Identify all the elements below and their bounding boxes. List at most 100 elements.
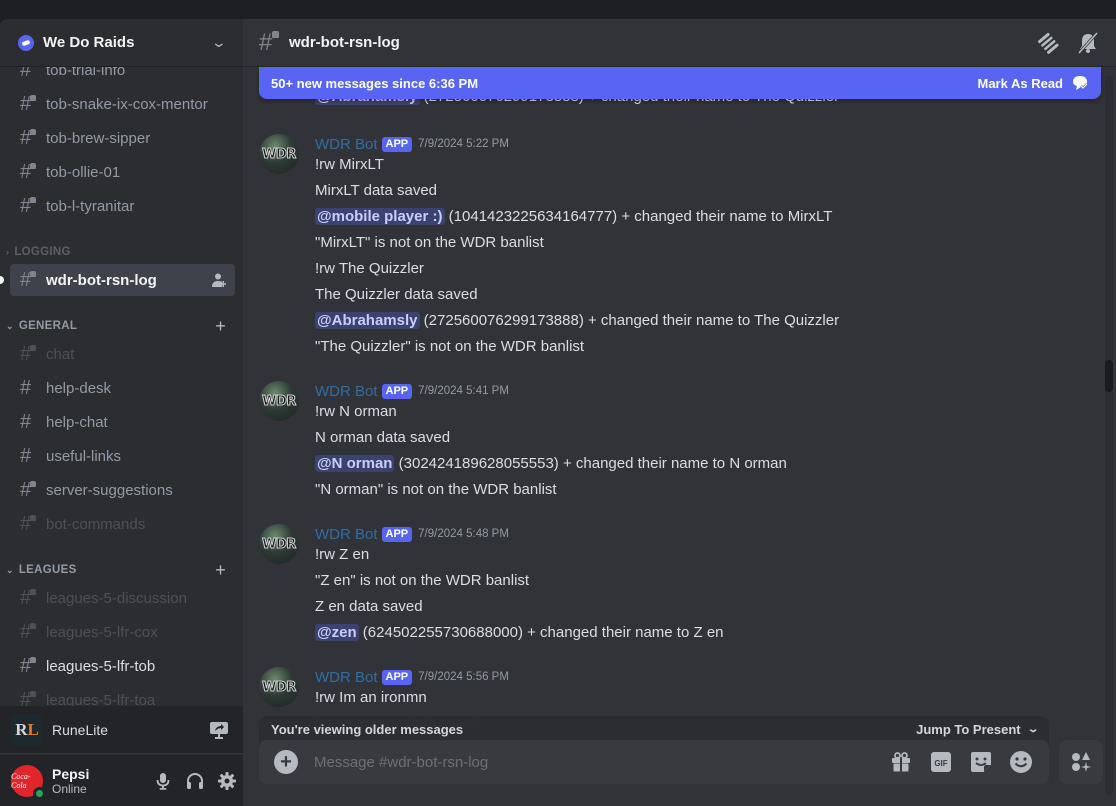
microphone-icon bbox=[156, 772, 170, 790]
channel-chat[interactable]: # chat bbox=[10, 338, 235, 370]
new-messages-banner[interactable]: 50+ new messages since 6:36 PM Mark As R… bbox=[259, 67, 1101, 99]
channel-server-suggestions[interactable]: # server-suggestions bbox=[10, 474, 235, 506]
channel-header: # wdr-bot-rsn-log bbox=[243, 19, 1116, 67]
message-line: MirxLT data saved bbox=[315, 178, 437, 204]
message-text: "N orman" is not on the WDR banlist bbox=[315, 481, 557, 498]
bot-avatar[interactable]: WDR bbox=[259, 524, 299, 564]
channel-name: tob-l-tyranitar bbox=[46, 197, 135, 215]
sticker-button[interactable] bbox=[969, 750, 993, 774]
server-header[interactable]: We Do Raids ⌄ bbox=[0, 19, 243, 67]
channel-bot-commands[interactable]: # bot-commands bbox=[10, 508, 235, 540]
message-text: "Z en" is not on the WDR banlist bbox=[315, 572, 530, 589]
scrollbar-track[interactable] bbox=[1105, 75, 1113, 795]
user-avatar[interactable]: Coca-Cola bbox=[11, 764, 46, 800]
message-line: "N orman" is not on the WDR banlist bbox=[315, 477, 557, 503]
user-mention[interactable]: @mobile player :) bbox=[315, 208, 445, 225]
author-name[interactable]: WDR Bot bbox=[315, 136, 378, 153]
hash-icon: # bbox=[20, 376, 32, 399]
chevron-down-icon: ⌄ bbox=[1026, 724, 1040, 735]
invite-member-icon[interactable] bbox=[211, 272, 227, 288]
user-mention[interactable]: @zen bbox=[315, 624, 359, 641]
stream-screen-icon[interactable] bbox=[209, 720, 229, 740]
channel-name: server-suggestions bbox=[46, 481, 173, 499]
channel-leagues-5-discussion[interactable]: # leagues-5-discussion bbox=[10, 582, 235, 614]
channel-name: leagues-5-lfr-tob bbox=[46, 657, 156, 675]
locked-channel-icon: # bbox=[20, 655, 44, 678]
locked-channel-icon: # bbox=[20, 161, 44, 184]
activity-panel: RL RuneLite bbox=[0, 706, 243, 754]
avatar-text: WDR bbox=[262, 146, 297, 162]
channel-name: tob-snake-ix-cox-mentor bbox=[46, 95, 208, 113]
app-launcher-button[interactable] bbox=[1059, 740, 1103, 784]
user-panel: Coca-Cola Pepsi Online bbox=[0, 755, 243, 806]
bot-avatar[interactable]: WDR bbox=[259, 381, 299, 421]
channel-wdr-bot-rsn-log[interactable]: # wdr-bot-rsn-log bbox=[0, 264, 235, 296]
message-text: !rw MirxLT bbox=[315, 156, 384, 173]
create-channel-plus-icon[interactable]: + bbox=[215, 560, 226, 581]
message-text: !rw N orman bbox=[315, 403, 397, 420]
threads-icon[interactable] bbox=[1036, 31, 1060, 55]
runelite-icon: RL bbox=[11, 713, 43, 746]
category-general[interactable]: ⌄ GENERAL + bbox=[6, 316, 236, 336]
hash-icon: # bbox=[20, 410, 32, 433]
mark-as-read-button[interactable]: Mark As Read bbox=[978, 74, 1090, 92]
channel-tob-snake-ix-cox-mentor[interactable]: # tob-snake-ix-cox-mentor bbox=[10, 88, 235, 120]
mute-button[interactable] bbox=[147, 765, 179, 797]
channel-useful-links[interactable]: # useful-links bbox=[10, 440, 235, 472]
chat-area: # wdr-bot-rsn-log 50+ new messages since… bbox=[243, 19, 1116, 806]
category-leagues[interactable]: ⌄ LEAGUES + bbox=[6, 560, 236, 580]
gif-button[interactable]: GIF bbox=[929, 750, 953, 774]
user-mention[interactable]: @Abrahamsly bbox=[315, 312, 420, 329]
channel-name: tob-brew-sipper bbox=[46, 129, 151, 147]
channel-help-desk[interactable]: # help-desk bbox=[10, 372, 235, 404]
timestamp: 7/9/2024 5:41 PM bbox=[418, 385, 509, 397]
channel-name: help-desk bbox=[46, 379, 112, 397]
message-line: !rw Im an ironmn bbox=[315, 685, 427, 711]
jump-to-present-button[interactable]: Jump To Present ⌄ bbox=[916, 722, 1040, 737]
apps-icon bbox=[1072, 752, 1091, 772]
channel-leagues-5-lfr-cox[interactable]: # leagues-5-lfr-cox bbox=[10, 616, 235, 648]
message-text: (624502255730688000) + changed their nam… bbox=[358, 624, 724, 641]
chevron-down-icon[interactable]: ⌄ bbox=[211, 34, 227, 51]
headphones-icon bbox=[187, 772, 203, 789]
channel-tob-ollie-01[interactable]: # tob-ollie-01 bbox=[10, 156, 235, 188]
user-settings-button[interactable] bbox=[211, 765, 243, 797]
create-channel-plus-icon[interactable]: + bbox=[215, 316, 226, 337]
gift-icon bbox=[892, 752, 910, 772]
channel-leagues-5-lfr-toa[interactable]: # leagues-5-lfr-toa bbox=[10, 684, 235, 708]
locked-channel-icon: # bbox=[20, 195, 44, 218]
channel-name: chat bbox=[46, 345, 75, 363]
message-text: !rw Im an ironmn bbox=[315, 689, 427, 706]
category-logging[interactable]: › LOGGING bbox=[6, 242, 236, 262]
message-input[interactable] bbox=[314, 753, 889, 771]
upload-plus-button[interactable]: + bbox=[274, 750, 298, 774]
channel-help-chat[interactable]: # help-chat bbox=[10, 406, 235, 438]
channel-tob-brew-sipper[interactable]: # tob-brew-sipper bbox=[10, 122, 235, 154]
author-name[interactable]: WDR Bot bbox=[315, 669, 378, 686]
hash-icon: # bbox=[20, 444, 32, 467]
app-badge: APP bbox=[381, 383, 413, 399]
locked-channel-icon: # bbox=[20, 479, 44, 502]
author-name[interactable]: WDR Bot bbox=[315, 383, 378, 400]
channel-leagues-5-lfr-tob[interactable]: # leagues-5-lfr-tob bbox=[10, 650, 235, 682]
user-meta[interactable]: Pepsi Online bbox=[52, 766, 147, 796]
channel-name: bot-commands bbox=[46, 515, 146, 533]
message-list: The Quizzler data saved @Abrahamsly (2725… bbox=[243, 67, 1103, 727]
author-name[interactable]: WDR Bot bbox=[315, 526, 378, 543]
gift-button[interactable] bbox=[889, 750, 913, 774]
channel-tob-l-tyranitar[interactable]: # tob-l-tyranitar bbox=[10, 190, 235, 222]
online-status-icon bbox=[33, 786, 46, 800]
bot-avatar[interactable]: WDR bbox=[259, 667, 299, 707]
locked-channel-icon: # bbox=[20, 343, 44, 366]
scrollbar-thumb[interactable] bbox=[1105, 360, 1113, 392]
channel-name: leagues-5-discussion bbox=[46, 589, 187, 607]
channel-name: wdr-bot-rsn-log bbox=[46, 271, 157, 289]
avatar-text: WDR bbox=[262, 679, 297, 695]
chat-check-icon bbox=[1073, 76, 1088, 90]
bell-muted-icon[interactable] bbox=[1076, 31, 1100, 55]
bot-avatar[interactable]: WDR bbox=[259, 134, 299, 174]
avatar-text: WDR bbox=[262, 393, 297, 409]
deafen-button[interactable] bbox=[179, 765, 211, 797]
emoji-button[interactable] bbox=[1009, 750, 1033, 774]
user-mention[interactable]: @N orman bbox=[315, 455, 395, 472]
